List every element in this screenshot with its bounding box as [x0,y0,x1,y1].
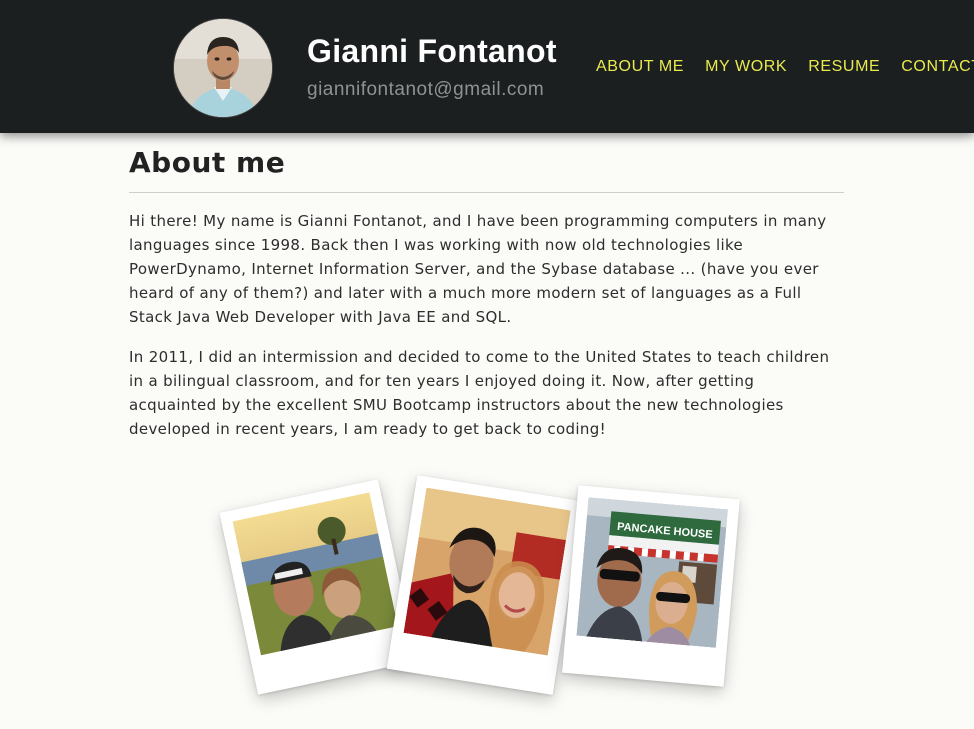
nav-link-about-me[interactable]: ABOUT ME [596,58,684,76]
photo-couple-lake [232,492,398,656]
avatar [173,18,273,118]
gallery-photo-3: PANCAKE HOUSE [562,485,740,687]
about-paragraph-2: In 2011, I did an intermission and decid… [129,348,830,438]
main-nav: ABOUT ME MY WORK RESUME CONTACT [596,58,974,76]
nav-link-contact[interactable]: CONTACT [901,58,974,76]
site-owner-email: giannifontanot@gmail.com [307,79,545,100]
avatar-portrait [174,19,272,117]
photo-couple-pancake-house: PANCAKE HOUSE [576,497,728,648]
about-paragraph-1: Hi there! My name is Gianni Fontanot, an… [129,212,827,326]
nav-link-resume[interactable]: RESUME [808,58,880,76]
about-section: About me Hi there! My name is Gianni Fon… [129,146,844,441]
about-title: About me [129,146,844,193]
photo-couple-selfie [403,487,571,656]
nav-link-my-work[interactable]: MY WORK [705,58,787,76]
gallery-photo-2 [386,475,584,695]
site-owner-name: Gianni Fontanot [307,33,557,69]
site-header: Gianni Fontanot giannifontanot@gmail.com… [0,0,974,133]
